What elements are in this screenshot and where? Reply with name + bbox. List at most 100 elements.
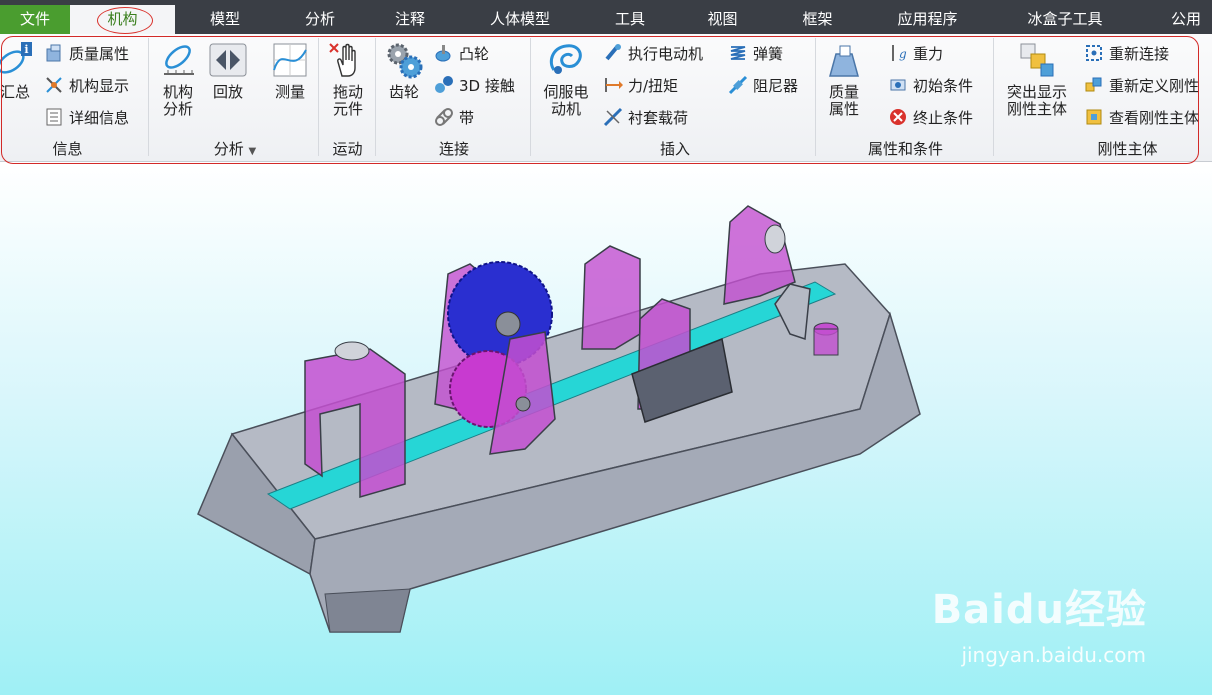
hand-drag-icon <box>329 43 356 77</box>
view-bodies-icon <box>1086 109 1102 125</box>
view-bodies-button[interactable]: 查看刚性主体 <box>1084 106 1199 130</box>
playback-label: 回放 <box>212 83 243 101</box>
group-separator <box>530 38 531 156</box>
mechanism-analysis-icon <box>164 45 194 75</box>
mass-properties-icon <box>46 44 61 62</box>
mass-properties-button[interactable]: 质量属性 <box>44 42 129 66</box>
3d-contact-label: 3D 接触 <box>459 77 515 95</box>
measure-button[interactable]: 测量 <box>268 40 312 101</box>
reconnect-button[interactable]: 重新连接 <box>1084 42 1169 66</box>
mechanism-analysis-button[interactable]: 机构 分析 <box>155 40 201 118</box>
baidu-watermark-url: jingyan.baidu.com <box>961 643 1146 667</box>
base-cutout <box>324 588 411 633</box>
bushing-load-button[interactable]: 衬套载荷 <box>603 106 688 130</box>
gears-label: 齿轮 <box>388 83 419 101</box>
belt-button[interactable]: 带 <box>434 106 474 130</box>
initial-conditions-label: 初始条件 <box>913 77 974 95</box>
tab-icebox-tools[interactable]: 冰盒子工具 <box>1010 5 1120 34</box>
cam-icon <box>435 45 451 62</box>
spring-button[interactable]: 弹簧 <box>728 42 783 66</box>
gear-shaft <box>495 311 521 337</box>
termination-conditions-label: 终止条件 <box>913 109 974 127</box>
redefine-bodies-label: 重新定义刚性 <box>1109 77 1200 95</box>
damper-label: 阻尼器 <box>753 77 799 95</box>
drag-components-button[interactable]: 拖动 元件 <box>326 40 370 118</box>
group-separator <box>993 38 994 156</box>
belt-icon <box>435 108 453 126</box>
tab-file[interactable]: 文件 <box>0 5 70 34</box>
group-label-properties: 属性和条件 <box>867 140 943 158</box>
mass-properties-large-label: 质量 属性 <box>828 83 859 118</box>
gear-support-shaft <box>515 396 531 412</box>
playback-icon <box>209 43 247 77</box>
reconnect-icon <box>1086 45 1102 61</box>
3d-contact-icon <box>435 76 453 93</box>
termination-conditions-button[interactable]: 终止条件 <box>888 106 973 130</box>
baidu-watermark: Baidu经验 <box>931 587 1147 633</box>
tab-frame[interactable]: 框架 <box>785 5 850 34</box>
servo-motor-button[interactable]: 伺服电 动机 <box>537 40 595 118</box>
bushing-load-label: 衬套载荷 <box>628 109 689 127</box>
tab-analysis[interactable]: 分析 <box>285 5 355 34</box>
highlight-bodies-button[interactable]: 突出显示 刚性主体 <box>1000 40 1074 118</box>
summary-button[interactable]: i 汇总 <box>0 40 36 101</box>
tab-model[interactable]: 模型 <box>190 5 260 34</box>
initial-conditions-button[interactable]: 初始条件 <box>888 74 973 98</box>
spring-icon <box>730 46 746 60</box>
measure-icon <box>273 43 307 77</box>
tab-common[interactable]: 公用 <box>1160 5 1212 34</box>
group-label-rigid-bodies: 刚性主体 <box>1097 140 1158 158</box>
group-label-connect: 连接 <box>438 140 469 158</box>
playback-button[interactable]: 回放 <box>206 40 250 101</box>
gravity-button[interactable]: g 重力 <box>888 42 943 66</box>
mechanism-display-button[interactable]: 机构显示 <box>44 74 129 98</box>
force-torque-icon <box>605 78 623 92</box>
group-label-analysis[interactable]: 分析 ▼ <box>180 140 290 158</box>
cam-label: 凸轮 <box>459 45 490 63</box>
actuator-motor-button[interactable]: 执行电动机 <box>603 42 703 66</box>
view-bodies-label: 查看刚性主体 <box>1109 109 1200 127</box>
group-separator <box>815 38 816 156</box>
tab-view[interactable]: 视图 <box>690 5 755 34</box>
servo-motor-icon <box>549 44 582 74</box>
bracket-hole <box>334 341 370 361</box>
tab-applications[interactable]: 应用程序 <box>880 5 975 34</box>
gear-icon <box>387 43 423 79</box>
group-separator <box>318 38 319 156</box>
group-separator <box>148 38 149 156</box>
actuator-motor-label: 执行电动机 <box>628 45 704 63</box>
highlight-bodies-label: 突出显示 刚性主体 <box>1006 83 1067 118</box>
details-icon <box>46 108 62 126</box>
3d-contact-button[interactable]: 3D 接触 <box>434 74 515 98</box>
mechanism-display-label: 机构显示 <box>69 77 130 95</box>
mechanism-display-icon <box>46 77 62 93</box>
stop-icon <box>890 109 906 125</box>
measure-label: 测量 <box>274 83 305 101</box>
reconnect-label: 重新连接 <box>1109 45 1170 63</box>
force-torque-button[interactable]: 力/扭矩 <box>603 74 678 98</box>
svg-text:g: g <box>899 47 907 61</box>
chevron-down-icon: ▼ <box>248 146 257 157</box>
damper-icon <box>728 75 748 95</box>
drag-components-label: 拖动 元件 <box>332 83 363 118</box>
gears-button[interactable]: 齿轮 <box>383 40 425 101</box>
force-torque-label: 力/扭矩 <box>628 77 679 95</box>
group-label-motion: 运动 <box>332 140 363 158</box>
mass-properties-label: 质量属性 <box>69 45 130 63</box>
redefine-bodies-button[interactable]: 重新定义刚性 <box>1084 74 1199 98</box>
tab-tools[interactable]: 工具 <box>595 5 665 34</box>
belt-label: 带 <box>459 109 475 127</box>
3d-viewport[interactable]: Baidu经验 jingyan.baidu.com <box>0 164 1212 695</box>
cam-button[interactable]: 凸轮 <box>434 42 489 66</box>
tab-mechanism[interactable]: 机构 <box>70 5 175 34</box>
support-middle-1 <box>581 245 641 350</box>
right-shaft <box>764 224 786 254</box>
details-button[interactable]: 详细信息 <box>44 106 129 130</box>
group-label-info: 信息 <box>52 140 83 158</box>
tab-annotate[interactable]: 注释 <box>375 5 445 34</box>
mass-properties-large-button[interactable]: 质量 属性 <box>822 40 866 118</box>
tab-human-model[interactable]: 人体模型 <box>475 5 565 34</box>
damper-button[interactable]: 阻尼器 <box>728 74 798 98</box>
menu-bar: 文件 机构 模型 分析 注释 人体模型 工具 视图 框架 应用程序 冰盒子工具 … <box>0 0 1212 34</box>
spring-label: 弹簧 <box>753 45 784 63</box>
